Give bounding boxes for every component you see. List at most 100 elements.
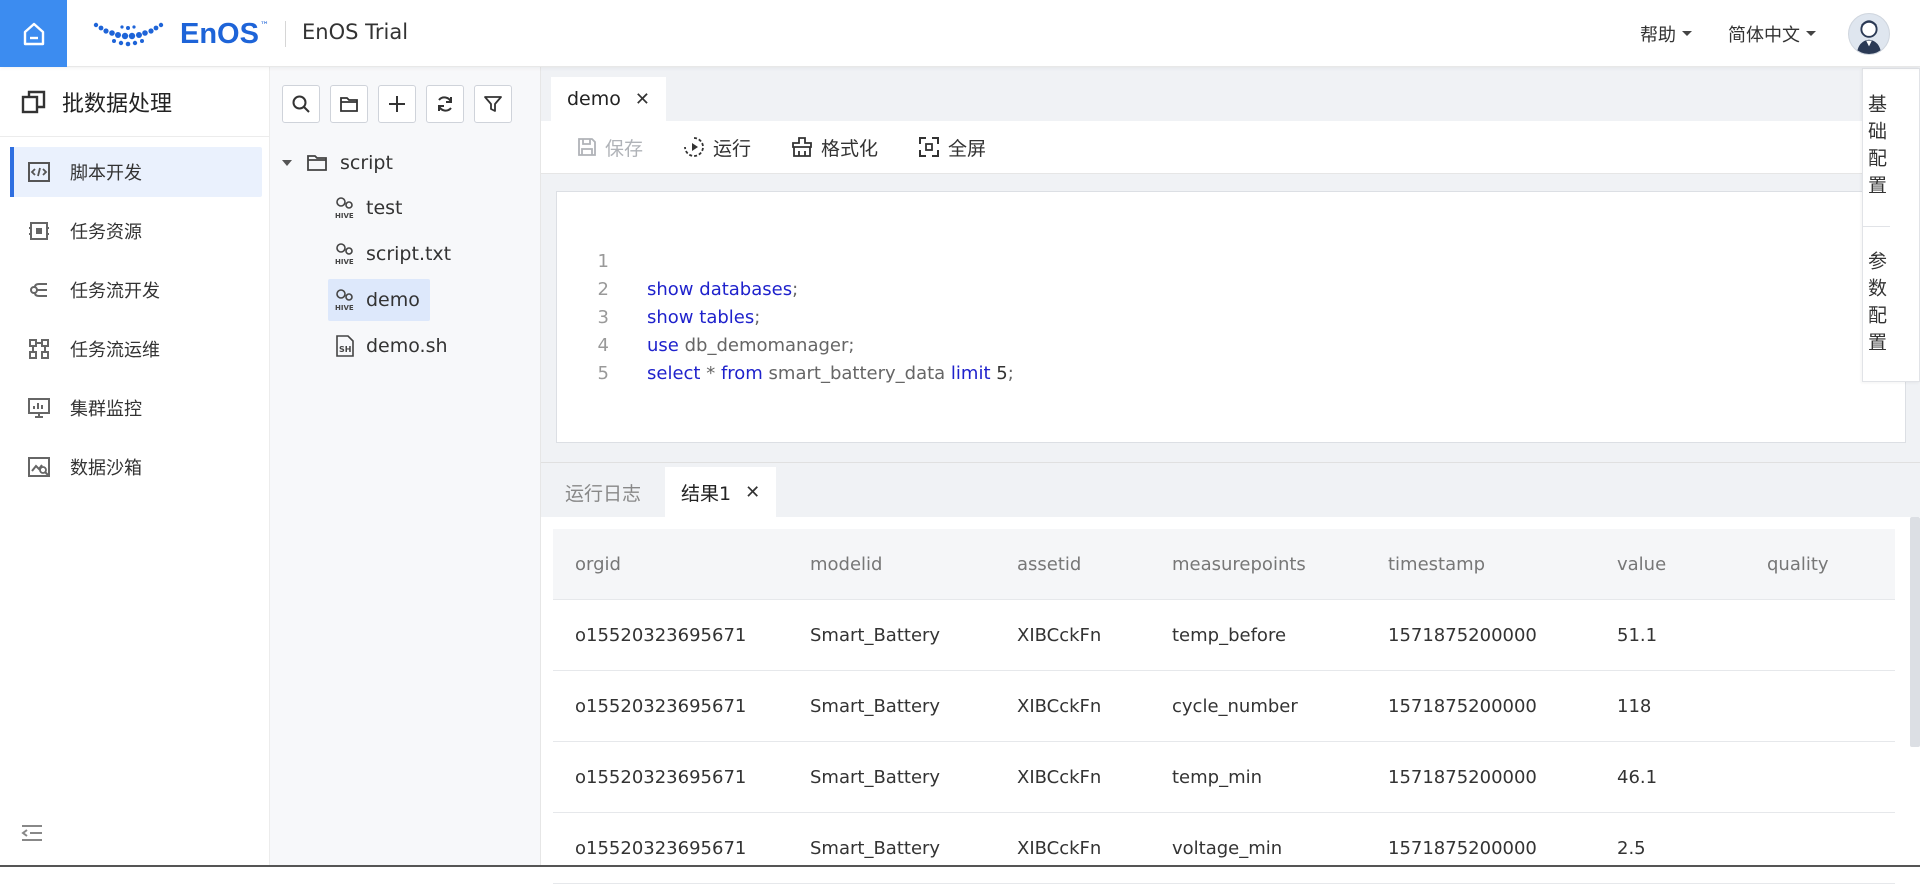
nav-item-cluster-monitor[interactable]: 集群监控 — [10, 383, 262, 433]
language-label: 简体中文 — [1728, 21, 1800, 47]
collapse-nav-button[interactable] — [20, 823, 44, 847]
tree-file-test[interactable]: HIVE test — [328, 187, 413, 229]
table-row: o15520323695671 Smart_Battery XIBCckFn t… — [553, 600, 1895, 671]
close-icon[interactable]: ✕ — [635, 89, 650, 110]
code-text: show tables; — [647, 304, 760, 332]
table-cell: 1571875200000 — [1388, 767, 1617, 788]
tree-file-demo-sh[interactable]: SH demo.sh — [328, 325, 458, 367]
refresh-button[interactable] — [426, 85, 464, 123]
column-header[interactable]: value — [1617, 554, 1767, 575]
search-icon — [291, 94, 311, 114]
code-editor[interactable]: 1 show databases; 2 show tables; 3 use d… — [556, 191, 1906, 443]
results-scrollbar[interactable] — [1910, 517, 1920, 747]
column-header[interactable]: measurepoints — [1172, 554, 1388, 575]
caret-down-icon — [1806, 31, 1816, 36]
table-cell: Smart_Battery — [810, 696, 1017, 717]
format-button[interactable]: 格式化 — [791, 134, 878, 161]
cluster-monitor-icon — [26, 395, 52, 421]
file-label: test — [366, 197, 403, 219]
svg-text:HIVE: HIVE — [335, 258, 354, 266]
table-row: o15520323695671 Smart_Battery XIBCckFn c… — [553, 671, 1895, 742]
tab-label: 结果1 — [681, 479, 731, 506]
header-divider — [285, 21, 286, 47]
top-bar: EnOS ™ EnOS Trial 帮助 简体中文 — [0, 0, 1920, 67]
play-circle-icon — [683, 136, 705, 158]
code-text: select * from smart_battery_data limit 5… — [647, 360, 1014, 388]
tree-toolbar — [270, 67, 540, 123]
table-cell: 51.1 — [1617, 625, 1767, 646]
table-cell: temp_before — [1172, 625, 1388, 646]
help-dropdown[interactable]: 帮助 — [1640, 21, 1692, 47]
user-avatar-icon — [1849, 13, 1889, 55]
code-text: show databases; — [647, 276, 798, 304]
table-cell: o15520323695671 — [553, 696, 810, 717]
home-button[interactable] — [0, 0, 67, 67]
left-navigation: 批数据处理 脚本开发 任务资源 任务流开发 任务流运维 — [0, 67, 270, 867]
basic-config-tab[interactable]: 基础配置 — [1863, 69, 1890, 226]
language-dropdown[interactable]: 简体中文 — [1728, 21, 1816, 47]
run-label: 运行 — [713, 134, 751, 161]
logo-dots-icon — [92, 19, 172, 49]
tree-file-demo[interactable]: HIVE demo — [328, 279, 430, 321]
folder-icon — [339, 94, 359, 114]
tree-folder-script[interactable]: script — [270, 143, 540, 183]
save-button[interactable]: 保存 — [577, 134, 643, 161]
table-cell: 1571875200000 — [1388, 838, 1617, 859]
tree-file-script-txt[interactable]: HIVE script.txt — [328, 233, 461, 275]
logo-text: EnOS — [180, 18, 259, 51]
code-text: use db_demomanager; — [647, 332, 854, 360]
search-button[interactable] — [282, 85, 320, 123]
nav-item-workflow-ops[interactable]: 任务流运维 — [10, 324, 262, 374]
folder-label: script — [340, 152, 393, 174]
collapse-menu-icon — [20, 823, 44, 843]
app-title: EnOS Trial — [302, 20, 408, 44]
table-cell: o15520323695671 — [553, 767, 810, 788]
fullscreen-label: 全屏 — [948, 134, 986, 161]
save-icon — [577, 137, 597, 157]
table-cell: 1571875200000 — [1388, 625, 1617, 646]
table-cell: XIBCckFn — [1017, 696, 1172, 717]
table-cell: 46.1 — [1617, 767, 1767, 788]
add-button[interactable] — [378, 85, 416, 123]
table-cell: Smart_Battery — [810, 838, 1017, 859]
hive-file-icon: HIVE — [334, 288, 356, 312]
column-header[interactable]: orgid — [553, 554, 810, 575]
save-label: 保存 — [605, 134, 643, 161]
user-avatar[interactable] — [1848, 13, 1890, 55]
code-line: 1 show databases; — [557, 220, 591, 248]
results-panel: 运行日志 结果1 ✕ orgid modelid assetid measure… — [541, 462, 1920, 867]
format-icon — [791, 136, 813, 158]
new-folder-button[interactable] — [330, 85, 368, 123]
fullscreen-icon — [918, 136, 940, 158]
script-dev-icon — [26, 159, 52, 185]
table-cell: Smart_Battery — [810, 767, 1017, 788]
column-header[interactable]: modelid — [810, 554, 1017, 575]
tab-run-log[interactable]: 运行日志 — [549, 467, 657, 517]
nav-item-workflow-dev[interactable]: 任务流开发 — [10, 265, 262, 315]
tab-result-1[interactable]: 结果1 ✕ — [665, 467, 776, 517]
table-header: orgid modelid assetid measurepoints time… — [553, 529, 1895, 600]
table-cell: 2.5 — [1617, 838, 1767, 859]
refresh-icon — [435, 94, 455, 114]
column-header[interactable]: quality — [1767, 554, 1895, 575]
params-config-tab[interactable]: 参数配置 — [1863, 226, 1890, 383]
code-line: 5 — [557, 332, 591, 360]
nav-item-script-dev[interactable]: 脚本开发 — [10, 147, 262, 197]
nav-item-data-sandbox[interactable]: 数据沙箱 — [10, 442, 262, 492]
nav-item-task-resource[interactable]: 任务资源 — [10, 206, 262, 256]
filter-icon — [483, 94, 503, 114]
fullscreen-button[interactable]: 全屏 — [918, 134, 986, 161]
filter-button[interactable] — [474, 85, 512, 123]
column-header[interactable]: timestamp — [1388, 554, 1617, 575]
column-header[interactable]: assetid — [1017, 554, 1172, 575]
editor-area: demo ✕ 保存 运行 格式化 全屏 1 show databases; 2 … — [541, 67, 1920, 462]
enos-logo[interactable]: EnOS ™ — [92, 14, 269, 54]
editor-toolbar: 保存 运行 格式化 全屏 — [541, 121, 1920, 174]
run-button[interactable]: 运行 — [683, 134, 751, 161]
close-icon[interactable]: ✕ — [745, 482, 760, 503]
code-line: 3 use db_demomanager; — [557, 276, 591, 304]
table-cell: o15520323695671 — [553, 625, 810, 646]
tab-demo[interactable]: demo ✕ — [551, 77, 666, 121]
tab-label: 运行日志 — [565, 479, 641, 506]
results-tabs: 运行日志 结果1 ✕ — [541, 463, 1920, 517]
